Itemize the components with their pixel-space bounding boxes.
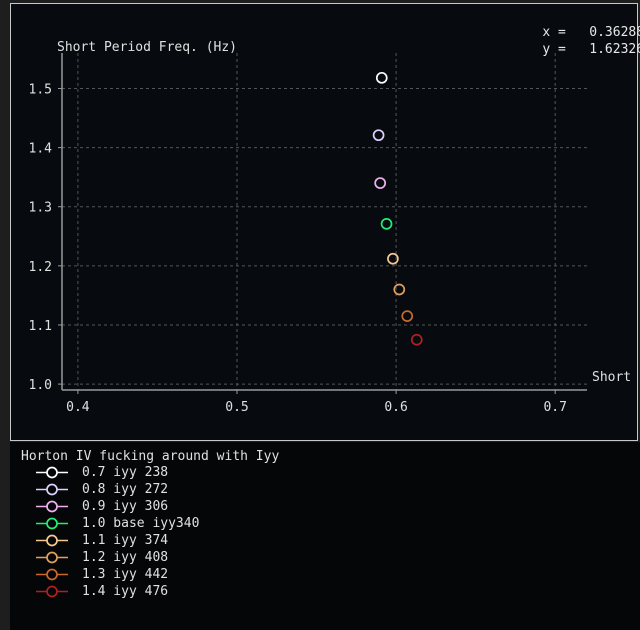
x-tick-label: 0.4 [66, 400, 90, 415]
legend-item[interactable]: 1.1 iyy 374 [34, 532, 334, 549]
legend-marker-icon [36, 466, 68, 479]
x-tick-label: 0.6 [384, 400, 407, 415]
legend-item[interactable]: 1.3 iyy 442 [34, 566, 334, 583]
legend-label: 1.4 iyy 476 [82, 584, 169, 599]
legend-label: 0.7 iyy 238 [82, 465, 169, 480]
legend-circle [46, 585, 58, 598]
legend-label: 0.8 iyy 272 [82, 482, 169, 497]
y-tick-label: 1.1 [29, 319, 52, 334]
data-point [401, 310, 414, 322]
y-tick-label: 1.5 [29, 82, 52, 97]
x-axis-label: Short [592, 370, 631, 385]
data-point [375, 71, 388, 84]
cursor-y-readout: y = 1.62326 [511, 27, 640, 72]
legend-marker-icon [36, 551, 68, 564]
y-axis-label: Short Period Freq. (Hz) [57, 40, 237, 55]
data-point [380, 218, 393, 230]
legend-circle [46, 534, 58, 547]
legend-circle [46, 500, 58, 513]
legend-label: 1.0 base iyy340 [82, 516, 200, 531]
legend-circle [46, 483, 58, 496]
cursor-y-value: 1.62326 [589, 42, 640, 57]
legend-label: 1.1 iyy 374 [82, 533, 169, 548]
data-point [410, 333, 423, 346]
legend-circle [46, 517, 58, 530]
legend-marker-icon [36, 568, 68, 581]
legend-item[interactable]: 1.4 iyy 476 [34, 583, 334, 600]
y-tick-label: 1.3 [29, 201, 52, 216]
legend-item[interactable]: 0.7 iyy 238 [34, 464, 334, 481]
legend-circle [46, 466, 58, 479]
legend-marker-icon [36, 585, 68, 598]
legend-label: 1.2 iyy 408 [82, 550, 169, 565]
y-tick-label: 1.2 [29, 260, 52, 275]
data-point [372, 129, 385, 142]
legend-title: Horton IV fucking around with Iyy [21, 449, 280, 464]
legend-circle [46, 568, 58, 581]
legend-marker-icon [36, 517, 68, 530]
legend-item[interactable]: 0.9 iyy 306 [34, 498, 334, 515]
x-tick-label: 0.7 [543, 400, 566, 415]
legend-circle [46, 551, 58, 564]
legend-marker-icon [36, 500, 68, 513]
x-tick-label: 0.5 [225, 400, 248, 415]
legend-label: 0.9 iyy 306 [82, 499, 169, 514]
cursor-y-label: y = [542, 42, 566, 57]
legend-item[interactable]: 1.2 iyy 408 [34, 549, 334, 566]
y-tick-label: 1.4 [29, 142, 53, 157]
plot-area[interactable]: 0.4 0.5 0.6 0.7 1.0 1.1 1.2 1.3 1.4 1.5 Short Peri… [10, 3, 640, 441]
legend-marker-icon [36, 534, 68, 547]
y-tick-label: 1.0 [29, 378, 52, 393]
legend: Horton IV fucking around with Iyy 0.7 iy… [10, 442, 640, 630]
legend-marker-icon [36, 483, 68, 496]
legend-item[interactable]: 0.8 iyy 272 [34, 481, 334, 498]
legend-item[interactable]: 1.0 base iyy340 [34, 515, 334, 532]
legend-label: 1.3 iyy 442 [82, 567, 169, 582]
data-point [374, 177, 387, 189]
